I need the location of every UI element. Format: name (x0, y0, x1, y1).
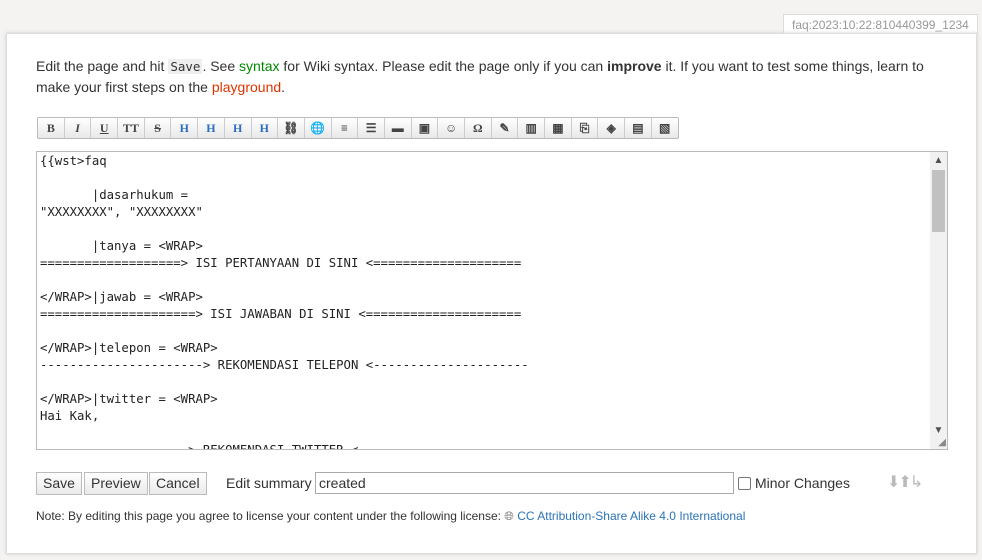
strikethrough-button[interactable]: S (145, 118, 172, 138)
edit-intro: Edit the page and hit Save. See syntax f… (36, 56, 946, 98)
arrow-down-icon[interactable]: ⬇ (887, 474, 900, 491)
image-button[interactable]: ▣ (412, 118, 439, 138)
smiley-icon: ☺ (445, 120, 458, 135)
clip-icon: ⎘ (579, 120, 590, 135)
minor-changes-checkbox[interactable] (738, 477, 751, 490)
syntax-link[interactable]: syntax (239, 58, 279, 74)
folder-icon: ▤ (632, 120, 644, 135)
intro-text: for Wiki syntax. Please edit the page on… (279, 58, 608, 74)
license-text: Note: By editing this page you agree to … (36, 509, 505, 523)
edit-summary-label: Edit summary (226, 475, 312, 491)
italic-button[interactable]: I (65, 118, 92, 138)
monospace-button[interactable]: TT (118, 118, 145, 138)
special-chars-button[interactable]: Ω (465, 118, 492, 138)
page-id-badge: faq:2023:10:22:810440399_1234 (783, 14, 978, 34)
strikethrough-icon: S (154, 120, 161, 135)
heading-lower-button[interactable]: H (198, 118, 225, 138)
intro-text: Edit the page and hit (36, 58, 169, 74)
license-link-text[interactable]: CC Attribution-Share Alike 4.0 Internati… (517, 509, 745, 523)
external-link-button[interactable]: 🌐 (305, 118, 332, 138)
folder-button[interactable]: ▤ (625, 118, 652, 138)
editor-size-controls: ⬇⬆↳ (887, 472, 923, 492)
clapper-button[interactable]: ▧ (652, 118, 678, 138)
globe-icon: 🌐︎ (504, 509, 518, 523)
heading-select-button[interactable]: H (252, 118, 279, 138)
underline-button[interactable]: U (91, 118, 119, 138)
save-code: Save (168, 59, 203, 74)
underline-icon: U (99, 120, 109, 135)
italic-icon: I (75, 120, 80, 135)
external-link-icon: 🌐 (310, 120, 326, 135)
ordered-list-button[interactable]: ≡ (332, 118, 359, 138)
signature-icon: ✎ (499, 120, 510, 135)
horizontal-rule-button[interactable]: ▬ (385, 118, 412, 138)
preview-button[interactable]: Preview (84, 472, 148, 495)
edit-summary-input[interactable]: created (315, 472, 734, 494)
intro-text: . (281, 79, 286, 95)
heading-same-button[interactable]: H (171, 118, 199, 138)
heading-select-icon: H (259, 120, 270, 135)
editor-toolbar: B I U TT S H H H H ⛓ 🌐 ≡ ☰ ▬ ▣ ☺ Ω ✎ ▥ ▦ ⎘ ◈ ▤ ▧ (37, 117, 679, 139)
heading-same-icon: H (179, 120, 189, 135)
license-note: Note: By editing this page you agree to … (36, 509, 745, 524)
monospace-icon: TT (122, 120, 139, 135)
signature-button[interactable]: ✎ (492, 118, 519, 138)
unordered-list-button[interactable]: ☰ (358, 118, 385, 138)
ordered-list-icon: ≡ (340, 120, 348, 135)
heading-lower-icon: H (206, 120, 216, 135)
heading-higher-icon: H (232, 120, 243, 135)
editor-content[interactable]: {{wst>faq |dasarhukum = "XXXXXXXX", "XXX… (40, 153, 920, 449)
wrap-toggle-icon[interactable]: ↳ (910, 474, 923, 491)
smiley-button[interactable]: ☺ (438, 118, 465, 138)
save-button[interactable]: Save (36, 472, 82, 495)
playground-link[interactable]: playground (212, 79, 281, 95)
cancel-button[interactable]: Cancel (149, 472, 207, 495)
special-chars-icon: Ω (473, 120, 483, 135)
license-link[interactable]: 🌐︎ CC Attribution-Share Alike 4.0 Intern… (504, 509, 745, 523)
heading-higher-button[interactable]: H (225, 118, 252, 138)
resize-grip-icon[interactable]: ◢ (938, 437, 946, 448)
internal-link-icon: ⛓ (283, 120, 299, 135)
wiki-text-editor[interactable]: {{wst>faq |dasarhukum = "XXXXXXXX", "XXX… (36, 151, 948, 450)
clapper-icon: ▧ (658, 120, 671, 135)
bold-button[interactable]: B (38, 118, 65, 138)
edit-panel: Edit the page and hit Save. See syntax f… (6, 33, 977, 554)
box-icon: ◈ (606, 120, 616, 135)
internal-link-button[interactable]: ⛓ (278, 118, 305, 138)
scroll-up-icon[interactable]: ▲ (930, 152, 947, 169)
table-button[interactable]: ▦ (545, 118, 572, 138)
column-icon: ▥ (525, 120, 537, 135)
arrow-up-icon[interactable]: ⬆ (898, 474, 911, 491)
column-button[interactable]: ▥ (518, 118, 546, 138)
clip-button[interactable]: ⎘ (572, 118, 599, 138)
horizontal-rule-icon: ▬ (391, 120, 404, 135)
bold-icon: B (46, 120, 55, 135)
scroll-thumb[interactable] (932, 170, 945, 232)
improve-text: improve (607, 58, 662, 74)
editor-scrollbar[interactable]: ▲ ▼ (930, 152, 947, 449)
unordered-list-icon: ☰ (365, 120, 377, 135)
intro-text: . See (202, 58, 240, 74)
table-icon: ▦ (552, 120, 564, 135)
box-button[interactable]: ◈ (598, 118, 626, 138)
image-icon: ▣ (418, 120, 431, 135)
minor-changes-label[interactable]: Minor Changes (755, 475, 850, 491)
